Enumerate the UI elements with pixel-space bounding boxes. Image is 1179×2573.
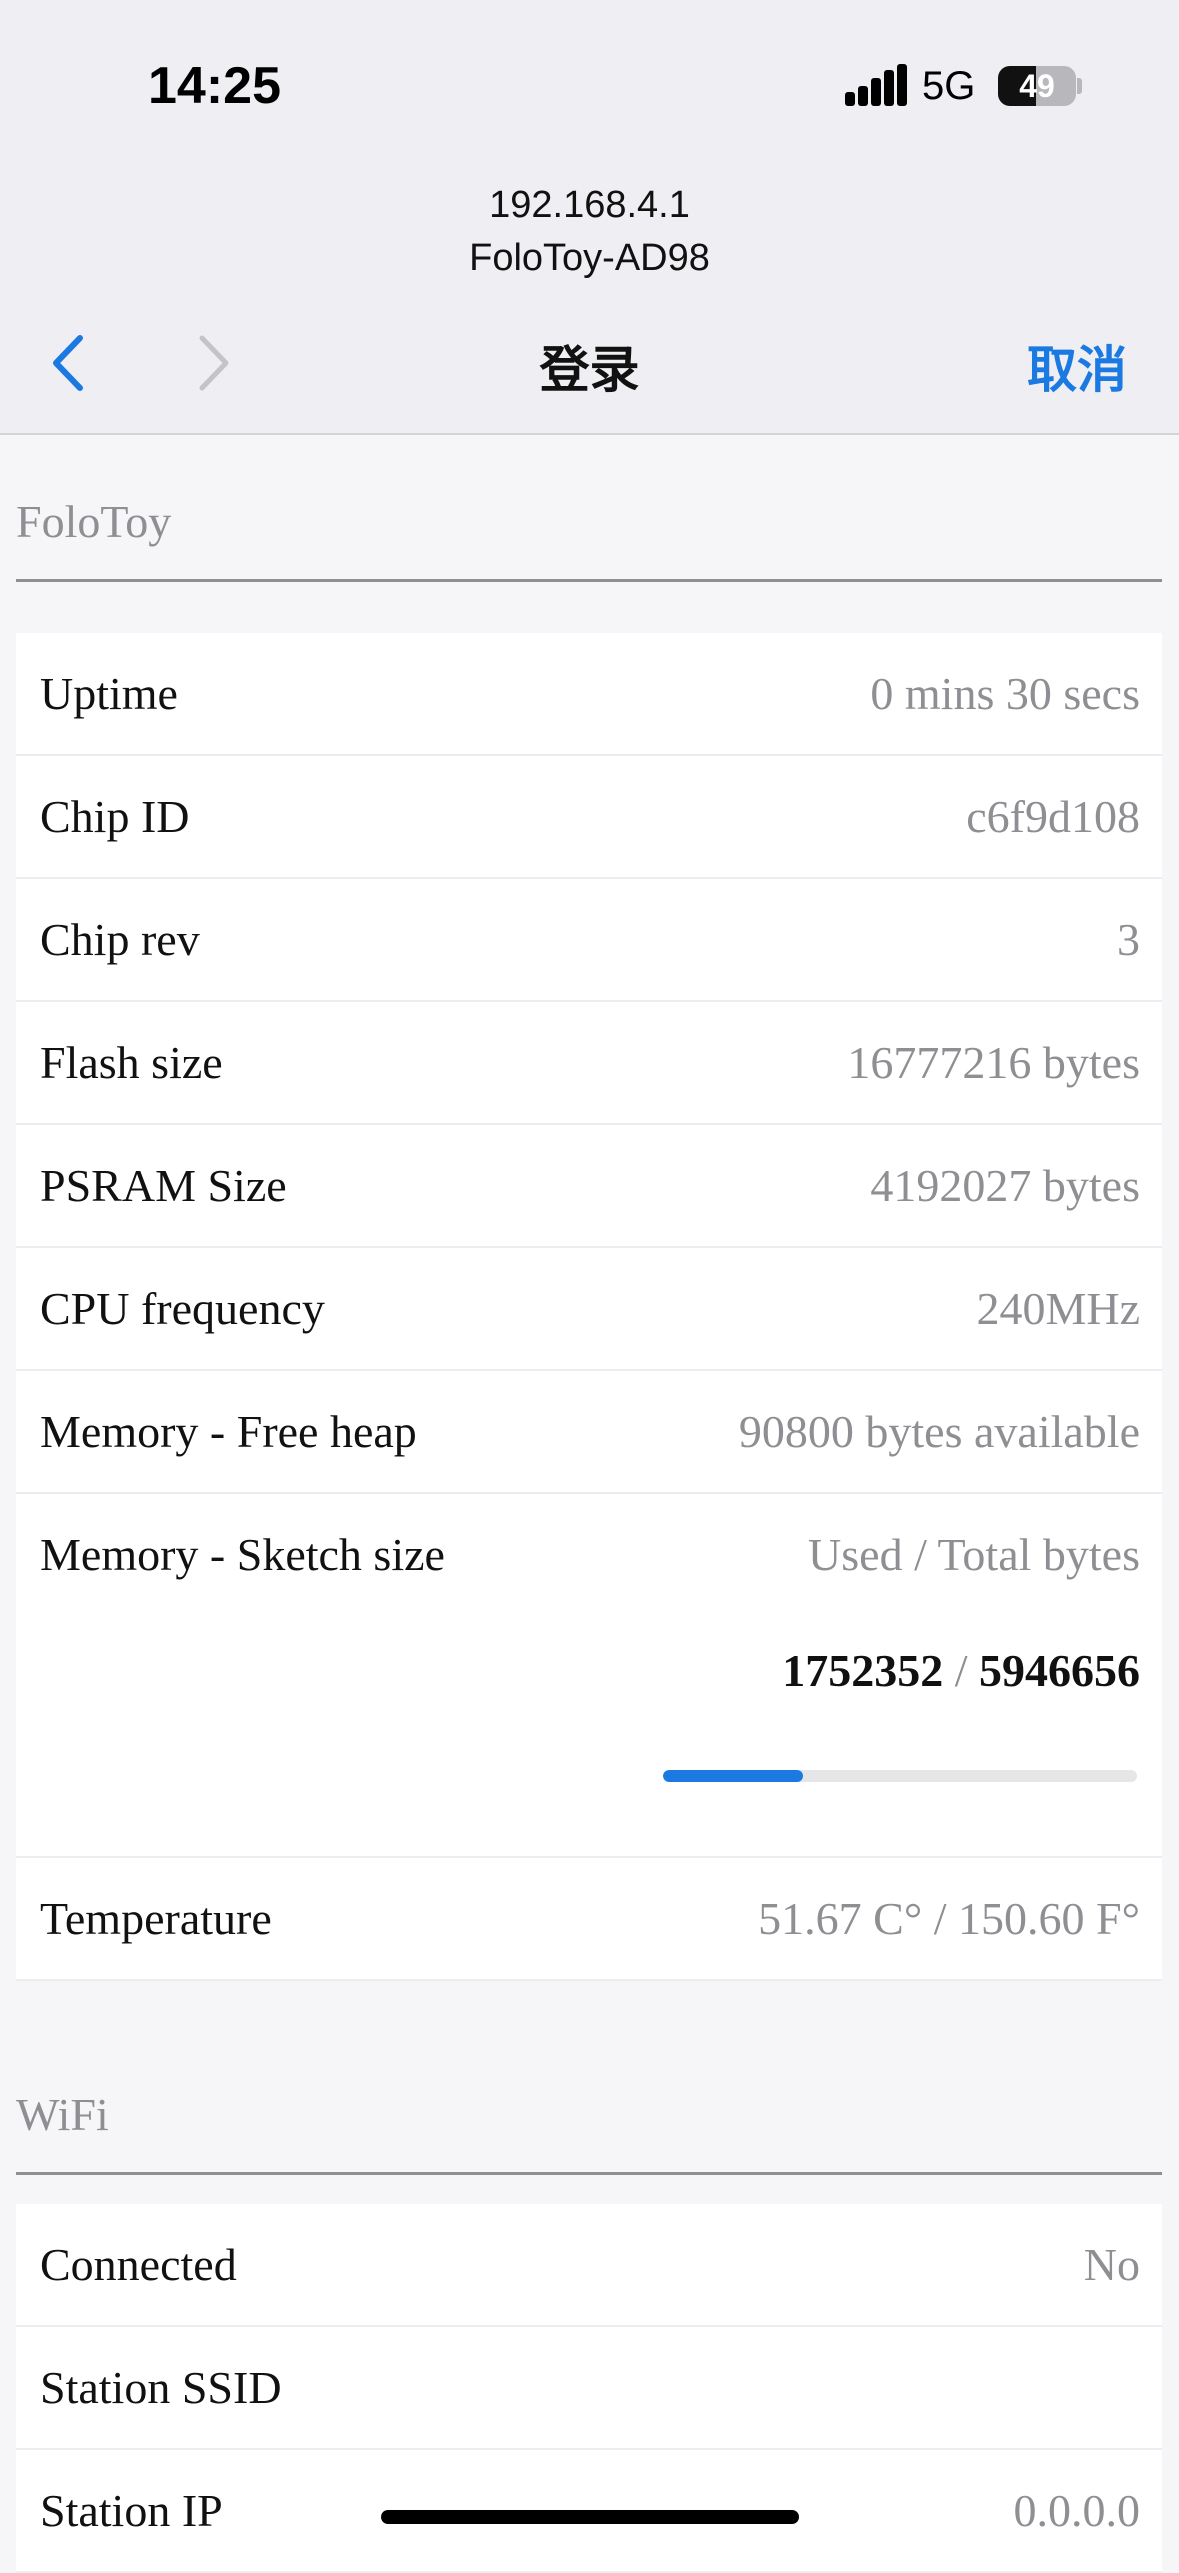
row-value: 51.67 C° / 150.60 F° <box>758 1893 1140 1944</box>
row-label: Uptime <box>40 668 178 719</box>
address-label[interactable]: 192.168.4.1 <box>0 184 1179 227</box>
row-label: Connected <box>40 2239 237 2290</box>
row-value: 90800 bytes available <box>738 1406 1140 1457</box>
row-label: Chip ID <box>40 791 190 842</box>
row-label: Memory - Free heap <box>40 1406 417 1457</box>
section-title-wifi: WiFi <box>16 2088 1162 2175</box>
row-value-header: Used / Total bytes <box>808 1529 1140 1580</box>
row-label: Chip rev <box>40 914 200 965</box>
row-label: Station IP <box>40 2485 223 2536</box>
row-value: No <box>1083 2239 1140 2290</box>
info-row-sketch-size: Memory - Sketch size Used / Total bytes … <box>16 1494 1162 1858</box>
browser-header: 192.168.4.1 FoloToy-AD98 登录 取消 <box>0 170 1179 435</box>
row-value: 0.0.0.0 <box>1013 2485 1141 2536</box>
cellular-signal-icon <box>845 64 907 106</box>
battery-icon: 49 <box>998 66 1076 106</box>
info-row-chip-id: Chip ID c6f9d108 <box>16 756 1162 879</box>
info-row-chip-rev: Chip rev 3 <box>16 879 1162 1002</box>
info-row-psram-size: PSRAM Size 4192027 bytes <box>16 1125 1162 1248</box>
row-value: 240MHz <box>976 1283 1140 1334</box>
section-title-folotoy: FoloToy <box>16 495 1162 582</box>
info-row-station-ssid: Station SSID <box>16 2327 1162 2450</box>
page-title: 登录 <box>539 341 640 399</box>
battery-percent: 49 <box>1019 68 1055 104</box>
status-time: 14:25 <box>148 57 281 115</box>
info-row-cpu-frequency: CPU frequency 240MHz <box>16 1248 1162 1371</box>
row-value: 16777216 bytes <box>847 1037 1140 1088</box>
row-label: Temperature <box>40 1893 272 1944</box>
row-label: Station SSID <box>40 2362 282 2413</box>
sketch-total-bytes: 5946656 <box>979 1645 1140 1696</box>
info-row-flash-size: Flash size 16777216 bytes <box>16 1002 1162 1125</box>
row-label: CPU frequency <box>40 1283 325 1334</box>
info-row-temperature: Temperature 51.67 C° / 150.60 F° <box>16 1858 1162 1981</box>
row-value: 4192027 bytes <box>870 1160 1140 1211</box>
info-row-uptime: Uptime 0 mins 30 secs <box>16 633 1162 756</box>
row-value: 3 <box>1117 914 1140 965</box>
row-label: Memory - Sketch size <box>40 1529 445 1580</box>
row-value: c6f9d108 <box>966 791 1140 842</box>
row-label: PSRAM Size <box>40 1160 287 1211</box>
battery-tip <box>1077 78 1082 94</box>
folotoy-info-card: Uptime 0 mins 30 secs Chip ID c6f9d108 C… <box>16 633 1162 1981</box>
sketch-used-bytes: 1752352 <box>782 1645 944 1696</box>
site-name: FoloToy-AD98 <box>469 237 710 279</box>
network-type: 5G <box>922 64 976 108</box>
home-indicator[interactable] <box>381 2510 799 2524</box>
sketch-separator: / <box>954 1645 968 1696</box>
status-bar: 14:25 5G 49 <box>0 0 1179 170</box>
info-row-connected: Connected No <box>16 2204 1162 2327</box>
sketch-progress-bar <box>663 1770 1137 1782</box>
row-label: Flash size <box>40 1037 223 1088</box>
cancel-button[interactable]: 取消 <box>1027 330 1127 402</box>
sketch-usage: 1752352 / 5946656 <box>782 1644 1140 1697</box>
info-row-free-heap: Memory - Free heap 90800 bytes available <box>16 1371 1162 1494</box>
sketch-progress-fill <box>663 1770 803 1782</box>
row-value: 0 mins 30 secs <box>870 668 1140 719</box>
